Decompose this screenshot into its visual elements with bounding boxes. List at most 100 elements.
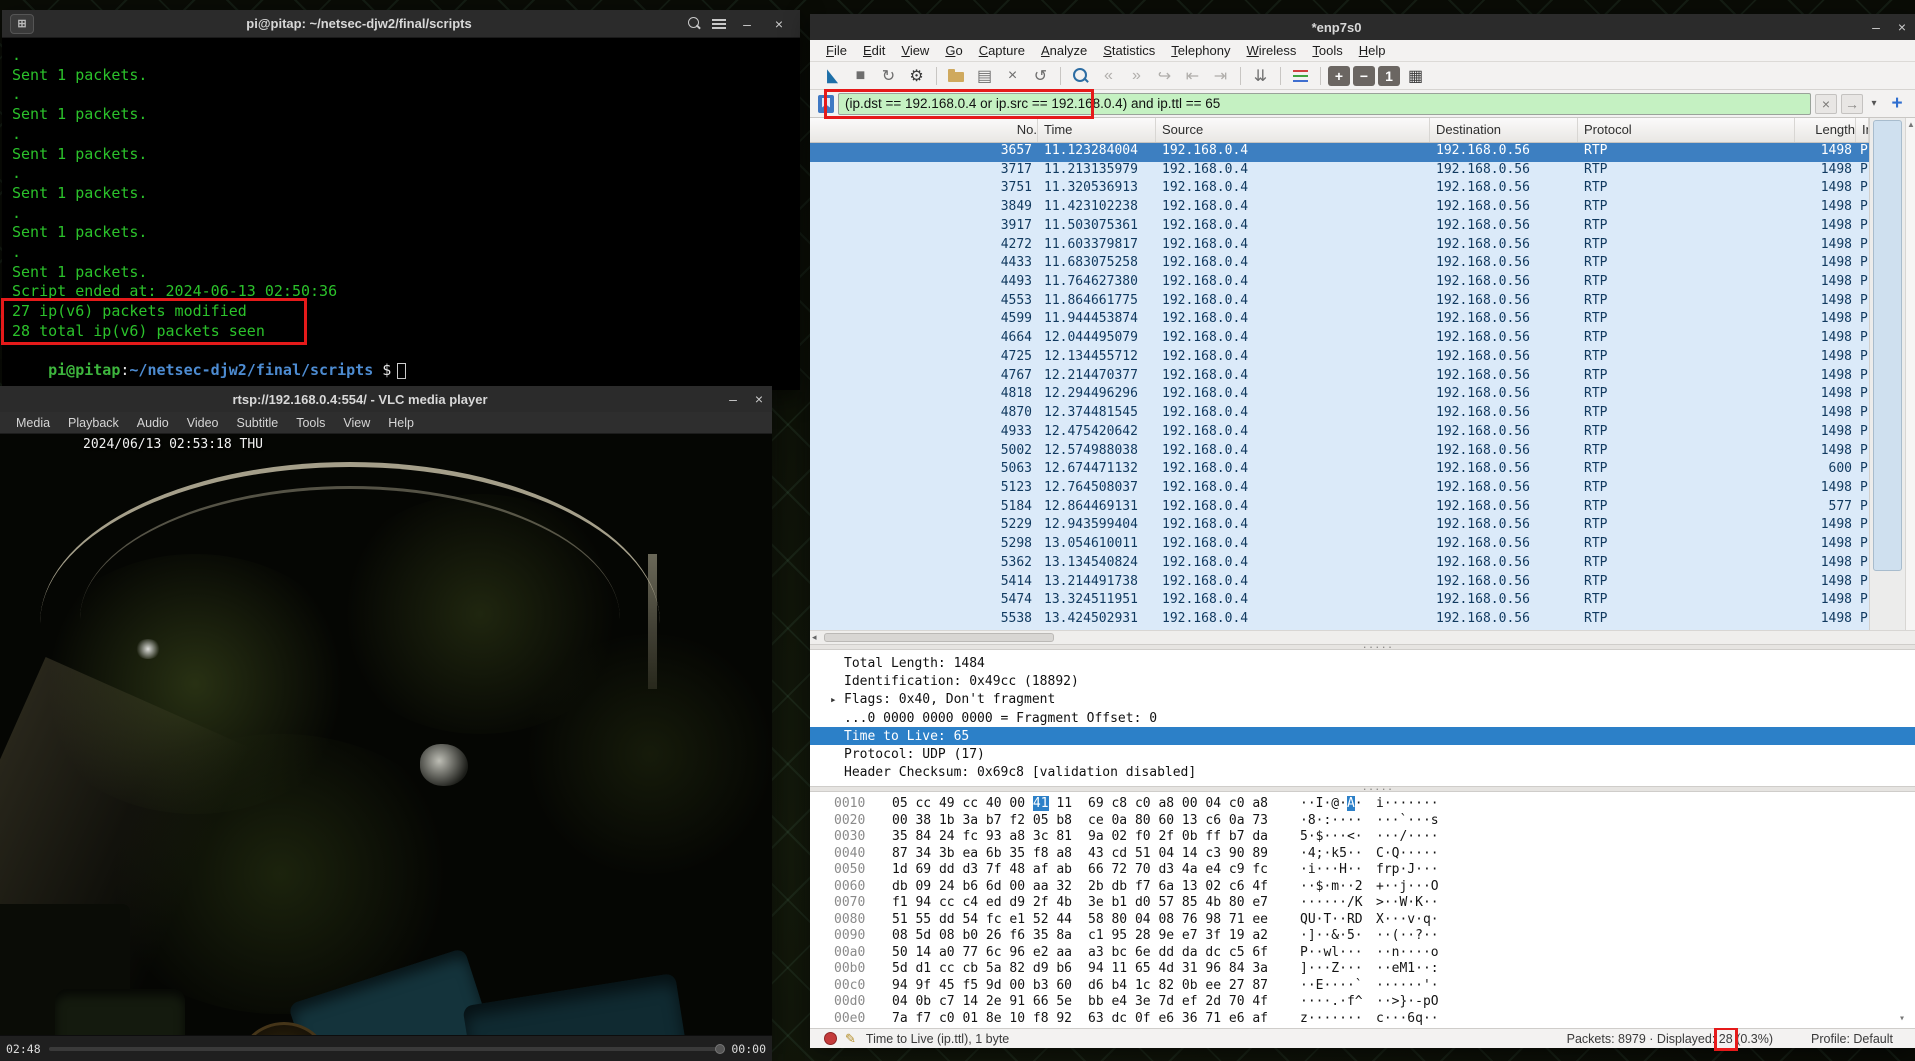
zoom-original-icon[interactable]: 1: [1378, 66, 1400, 86]
toolbar-separator[interactable]: [1280, 67, 1281, 85]
zoom-out-icon[interactable]: −: [1353, 66, 1375, 86]
filter-apply-icon[interactable]: →: [1841, 94, 1863, 114]
profile-text[interactable]: Profile: Default: [1811, 1032, 1893, 1046]
packet-row[interactable]: 5123 12.764508037 192.168.0.4 192.168.0.…: [810, 480, 1869, 499]
vlc-menu-item[interactable]: Subtitle: [229, 416, 287, 430]
filter-dropdown-icon[interactable]: ▾: [1867, 98, 1881, 109]
packet-row[interactable]: 4664 12.044495079 192.168.0.4 192.168.0.…: [810, 330, 1869, 349]
packet-row[interactable]: 5474 13.324511951 192.168.0.4 192.168.0.…: [810, 592, 1869, 611]
auto-scroll-icon[interactable]: ⇊: [1248, 65, 1273, 87]
packet-row[interactable]: 4433 11.683075258 192.168.0.4 192.168.0.…: [810, 255, 1869, 274]
save-file-icon[interactable]: ▤: [972, 65, 997, 87]
hscrollbar-thumb[interactable]: [824, 633, 1054, 642]
packet-row[interactable]: 5538 13.424502931 192.168.0.4 192.168.0.…: [810, 611, 1869, 630]
hex-row[interactable]: 0050 1d 69 dd d3 7f 48 af ab 66 72 70 d3…: [834, 862, 1915, 879]
packet-row[interactable]: 4493 11.764627380 192.168.0.4 192.168.0.…: [810, 274, 1869, 293]
detail-row[interactable]: Total Length: 1484: [830, 654, 1915, 672]
scrollbar-thumb[interactable]: [1873, 120, 1902, 571]
toolbar-separator[interactable]: [936, 67, 937, 85]
wireshark-menu-item[interactable]: Analyze: [1033, 43, 1095, 58]
go-to-packet-icon[interactable]: ↪: [1152, 65, 1177, 87]
vlc-menu-item[interactable]: Media: [8, 416, 58, 430]
hex-row[interactable]: 00d0 04 0b c7 14 2e 91 66 5e bb e4 3e 7d…: [834, 994, 1915, 1011]
scroll-left-icon[interactable]: ◂: [812, 632, 817, 643]
capture-status-icon[interactable]: [824, 1032, 837, 1045]
terminal-titlebar[interactable]: ⊞ pi@pitap: ~/netsec-djw2/final/scripts …: [2, 10, 800, 38]
packet-list-header[interactable]: No. Time Source Destination Protocol Len…: [810, 118, 1869, 143]
packet-row[interactable]: 5298 13.054610011 192.168.0.4 192.168.0.…: [810, 536, 1869, 555]
hex-row[interactable]: 0020 00 38 1b 3a b7 f2 05 b8 ce 0a 80 60…: [834, 813, 1915, 830]
hex-row[interactable]: 0010 05 cc 49 cc 40 00 41 11 69 c8 c0 a8…: [834, 796, 1915, 813]
expand-arrow-icon[interactable]: ▸: [830, 693, 844, 706]
first-packet-icon[interactable]: ⇤: [1180, 65, 1205, 87]
open-file-icon[interactable]: [944, 65, 969, 87]
hex-row[interactable]: 0040 87 34 3b ea 6b 35 f8 a8 43 cd 51 04…: [834, 846, 1915, 863]
capture-options-icon[interactable]: ⚙: [904, 65, 929, 87]
search-icon[interactable]: [684, 14, 704, 34]
vlc-menu-item[interactable]: Tools: [288, 416, 333, 430]
hex-row[interactable]: 0060 db 09 24 b6 6d 00 aa 32 2b db f7 6a…: [834, 879, 1915, 896]
wireshark-menu-item[interactable]: Tools: [1304, 43, 1350, 58]
wireshark-menu-item[interactable]: Wireless: [1239, 43, 1305, 58]
detail-row[interactable]: Header Checksum: 0x69c8 [validation disa…: [830, 764, 1915, 782]
vlc-menu-item[interactable]: Help: [380, 416, 422, 430]
menu-icon[interactable]: [710, 14, 728, 34]
vlc-menu-item[interactable]: View: [335, 416, 378, 430]
new-terminal-icon[interactable]: ⊞: [10, 14, 34, 34]
resize-columns-icon[interactable]: ▦: [1403, 65, 1428, 87]
packet-row[interactable]: 5063 12.674471132 192.168.0.4 192.168.0.…: [810, 461, 1869, 480]
packet-row[interactable]: 4818 12.294496296 192.168.0.4 192.168.0.…: [810, 386, 1869, 405]
detail-row[interactable]: ...0 0000 0000 0000 = Fragment Offset: 0: [830, 709, 1915, 727]
terminal-output[interactable]: .Sent 1 packets..Sent 1 packets..Sent 1 …: [2, 38, 800, 342]
packet-row[interactable]: 4767 12.214470377 192.168.0.4 192.168.0.…: [810, 368, 1869, 387]
column-header-destination[interactable]: Destination: [1430, 118, 1578, 142]
wireshark-menu-item[interactable]: File: [818, 43, 855, 58]
packet-row[interactable]: 5229 12.943599404 192.168.0.4 192.168.0.…: [810, 517, 1869, 536]
packet-row[interactable]: 4272 11.603379817 192.168.0.4 192.168.0.…: [810, 237, 1869, 256]
vlc-menu-item[interactable]: Audio: [129, 416, 177, 430]
column-header-length[interactable]: Length: [1795, 118, 1856, 142]
packet-row[interactable]: 5002 12.574988038 192.168.0.4 192.168.0.…: [810, 443, 1869, 462]
packet-row[interactable]: 4599 11.944453874 192.168.0.4 192.168.0.…: [810, 311, 1869, 330]
packet-row[interactable]: 5362 13.134540824 192.168.0.4 192.168.0.…: [810, 555, 1869, 574]
detail-row[interactable]: Protocol: UDP (17): [830, 745, 1915, 763]
column-header-info[interactable]: Info: [1856, 118, 1869, 142]
hex-row[interactable]: 00c0 94 9f 45 f5 9d 00 b3 60 d6 b4 1c 82…: [834, 978, 1915, 995]
packet-row[interactable]: 4725 12.134455712 192.168.0.4 192.168.0.…: [810, 349, 1869, 368]
vlc-menu-item[interactable]: Playback: [60, 416, 127, 430]
wireshark-menu-item[interactable]: Go: [937, 43, 970, 58]
terminal-close-button[interactable]: ×: [766, 16, 792, 32]
column-header-source[interactable]: Source: [1156, 118, 1430, 142]
hex-row[interactable]: 00e0 7a f7 c0 01 8e 10 f8 92 63 dc 0f e6…: [834, 1011, 1915, 1028]
scroll-down-icon[interactable]: ▾: [1899, 1013, 1905, 1024]
vlc-video-area[interactable]: 2024/06/13 02:53:18 THU: [0, 434, 772, 1035]
vlc-menu-item[interactable]: Video: [179, 416, 227, 430]
packet-row[interactable]: 4933 12.475420642 192.168.0.4 192.168.0.…: [810, 424, 1869, 443]
wireshark-menu-item[interactable]: Capture: [971, 43, 1033, 58]
wireshark-menu-item[interactable]: View: [893, 43, 937, 58]
column-header-protocol[interactable]: Protocol: [1578, 118, 1795, 142]
go-forward-icon[interactable]: »: [1124, 65, 1149, 87]
wireshark-menu-item[interactable]: Help: [1351, 43, 1394, 58]
hex-row[interactable]: 0070 f1 94 cc c4 ed d9 2f 4b 3e b1 d0 57…: [834, 895, 1915, 912]
vlc-close-button[interactable]: ×: [746, 391, 772, 407]
hex-row[interactable]: 00a0 50 14 a0 77 6c 96 e2 aa a3 bc 6e dd…: [834, 945, 1915, 962]
edit-comment-icon[interactable]: ✎: [845, 1031, 856, 1047]
hex-row[interactable]: 00b0 5d d1 cc cb 5a 82 d9 b6 94 11 65 4d…: [834, 961, 1915, 978]
packet-row[interactable]: 3917 11.503075361 192.168.0.4 192.168.0.…: [810, 218, 1869, 237]
vlc-seek-knob[interactable]: [715, 1044, 725, 1054]
packet-row[interactable]: 5184 12.864469131 192.168.0.4 192.168.0.…: [810, 499, 1869, 518]
wireshark-menu-item[interactable]: Edit: [855, 43, 893, 58]
packet-row[interactable]: 3717 11.213135979 192.168.0.4 192.168.0.…: [810, 162, 1869, 181]
packet-row[interactable]: 3657 11.123284004 192.168.0.4 192.168.0.…: [810, 143, 1869, 162]
colorize-icon[interactable]: [1288, 65, 1313, 87]
zoom-in-icon[interactable]: +: [1328, 66, 1350, 86]
stop-capture-icon[interactable]: ■: [848, 65, 873, 87]
filter-add-button[interactable]: +: [1885, 93, 1909, 115]
hex-row[interactable]: 0090 08 5d 08 b0 26 f6 35 8a c1 95 28 9e…: [834, 928, 1915, 945]
vlc-minimize-button[interactable]: –: [720, 391, 746, 407]
scrollbar-edge-strip[interactable]: ▲: [1905, 118, 1915, 630]
detail-row[interactable]: Time to Live: 65: [810, 727, 1915, 745]
scroll-up-icon[interactable]: ▲: [1907, 120, 1915, 129]
hex-row[interactable]: 0030 35 84 24 fc 93 a8 3c 81 9a 02 f0 2f…: [834, 829, 1915, 846]
